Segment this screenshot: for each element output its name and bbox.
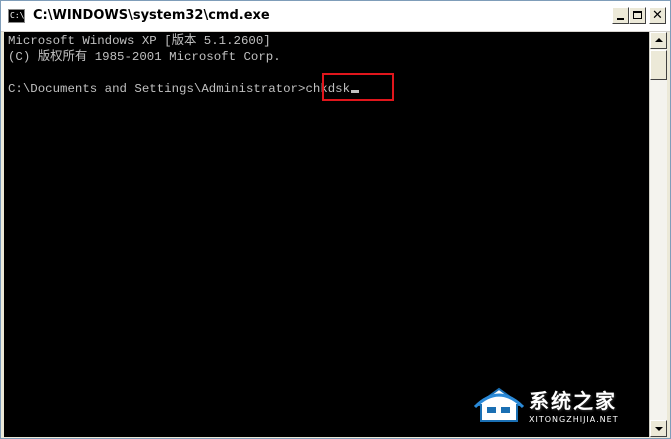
scroll-down-button[interactable]: [650, 420, 667, 437]
console-output[interactable]: Microsoft Windows XP [版本 5.1.2600] (C) 版…: [4, 32, 649, 437]
watermark: 系统之家 XITONGZHIJIA.NET: [473, 383, 643, 431]
watermark-url: XITONGZHIJIA.NET: [529, 415, 619, 424]
scroll-thumb[interactable]: [650, 50, 667, 80]
cmd-app-icon[interactable]: C:\: [8, 9, 25, 23]
arrow-up-icon: [655, 38, 663, 42]
console-prompt: C:\Documents and Settings\Administrator>: [8, 82, 306, 96]
house-logo-icon: [473, 387, 525, 422]
console-line-copyright: (C) 版权所有 1985-2001 Microsoft Corp.: [8, 50, 281, 64]
title-bar[interactable]: C:\ C:\WINDOWS\system32\cmd.exe ✕: [1, 1, 670, 32]
watermark-name: 系统之家: [529, 389, 617, 413]
console-line-version: Microsoft Windows XP [版本 5.1.2600]: [8, 34, 271, 48]
cmd-window: C:\ C:\WINDOWS\system32\cmd.exe ✕ Micros…: [0, 0, 671, 439]
minimize-icon: [617, 18, 624, 20]
window-title: C:\WINDOWS\system32\cmd.exe: [33, 8, 270, 23]
arrow-down-icon: [655, 427, 663, 431]
close-icon: ✕: [652, 8, 663, 23]
console-prompt-line[interactable]: C:\Documents and Settings\Administrator>…: [8, 82, 360, 96]
maximize-button[interactable]: [629, 7, 646, 24]
vertical-scrollbar[interactable]: [649, 32, 667, 437]
minimize-button[interactable]: [612, 7, 629, 24]
maximize-icon: [633, 11, 642, 19]
close-button[interactable]: ✕: [649, 7, 666, 24]
command-highlight-box: [322, 73, 394, 101]
scroll-up-button[interactable]: [650, 32, 667, 49]
